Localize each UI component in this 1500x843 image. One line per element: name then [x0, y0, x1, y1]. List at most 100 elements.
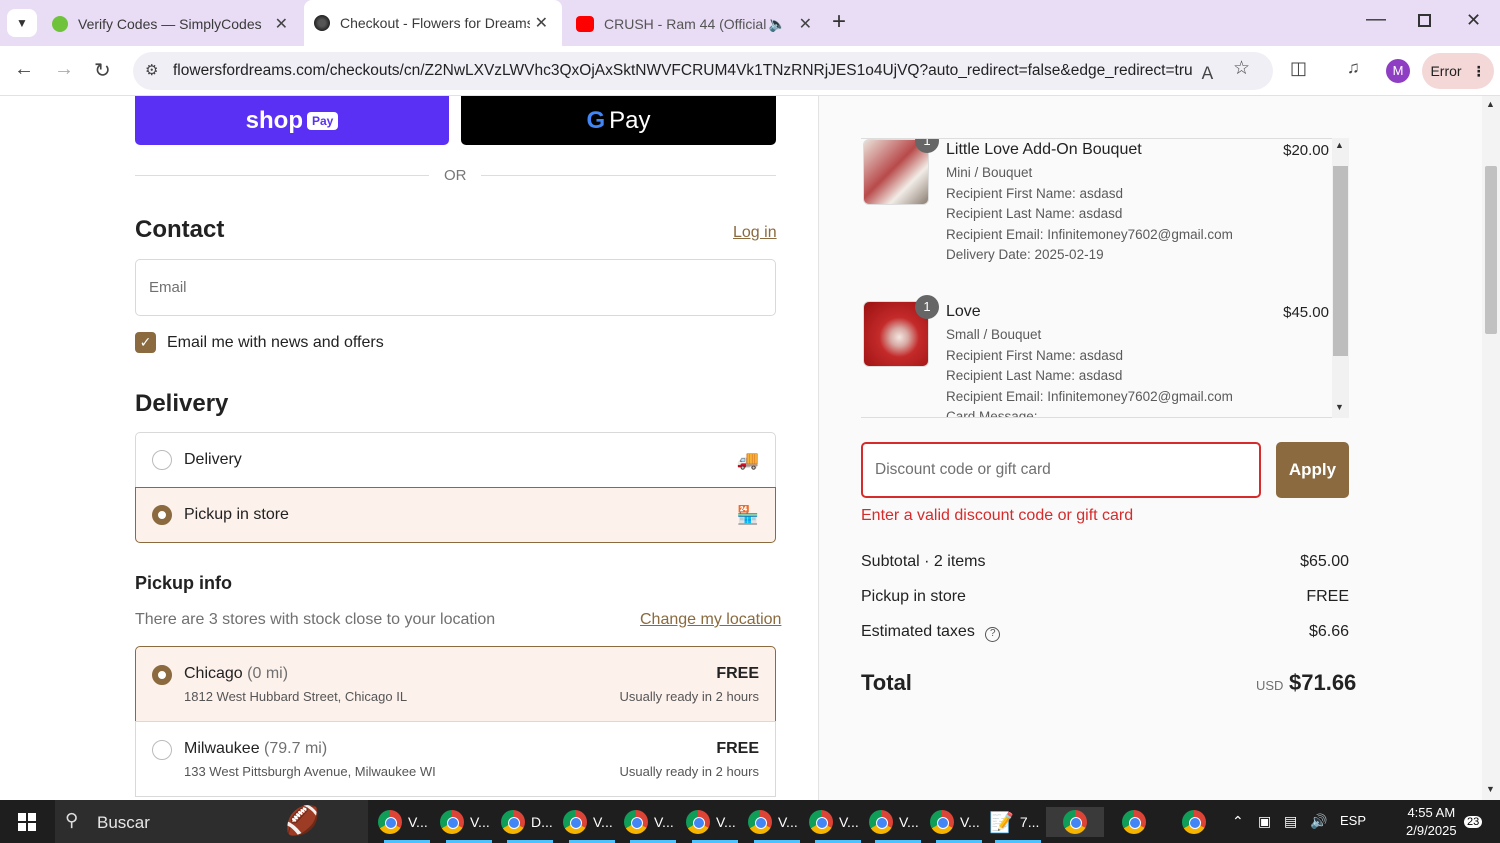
camera-icon[interactable]: ▣ [1258, 813, 1271, 830]
tab-search-chevron-icon[interactable]: ▼ [7, 9, 37, 37]
delivery-option-ship[interactable]: Delivery 🚚 [135, 432, 776, 488]
scrollbar-thumb[interactable] [1333, 166, 1348, 356]
google-g-icon: G [586, 106, 606, 134]
email-field[interactable]: Email [135, 259, 776, 316]
product-meta-line: Recipient First Name: asdasd [946, 185, 1124, 201]
forward-arrow-icon[interactable]: → [54, 58, 74, 81]
taskbar-chrome-app[interactable]: V... [748, 807, 806, 843]
taskbar-chrome-app[interactable]: V... [869, 807, 927, 843]
taskbar-chrome-app[interactable]: D... [501, 807, 559, 843]
back-arrow-icon[interactable]: ← [14, 58, 34, 81]
chrome-icon [563, 810, 587, 834]
tab-youtube[interactable]: CRUSH - Ram 44 (Official V 🔈 ✕ [576, 4, 826, 44]
network-icon[interactable]: ▤ [1284, 813, 1297, 830]
log-in-link[interactable]: Log in [733, 224, 777, 242]
reload-icon[interactable]: ↻ [94, 58, 111, 83]
page-content: shop Pay G Pay OR Contact Log in Email ✓ … [0, 96, 1500, 800]
scrollbar-thumb[interactable] [1485, 166, 1497, 334]
apply-discount-button[interactable]: Apply [1276, 442, 1349, 498]
chrome-icon [378, 810, 402, 834]
store-icon: 🏪 [736, 504, 759, 525]
profile-avatar[interactable]: M [1386, 59, 1410, 83]
store-distance: (0 mi) [247, 665, 289, 682]
store-option-chicago[interactable]: Chicago (0 mi) 1812 West Hubbard Street,… [135, 646, 776, 722]
extensions-icon[interactable]: ◫ [1290, 58, 1307, 79]
product-meta-line: Recipient Last Name: asdasd [946, 368, 1123, 383]
clock-time: 4:55 AM [1407, 805, 1456, 820]
taskbar-chrome-app[interactable]: V... [624, 807, 682, 843]
help-circle-icon[interactable]: ? [985, 627, 1001, 642]
tab-checkout[interactable]: Checkout - Flowers for Dreams ✕ [304, 0, 562, 46]
divider [481, 175, 776, 176]
taskbar-chrome-app[interactable] [1172, 807, 1216, 837]
store-ready-time: Usually ready in 2 hours [619, 764, 759, 779]
taskbar-chrome-app[interactable]: V... [930, 807, 988, 843]
taskbar-search-box[interactable]: ⚲ Buscar 🏈 [55, 800, 368, 843]
page-scrollbar[interactable]: ▲ ▼ [1482, 96, 1500, 800]
taskbar-chrome-app[interactable]: V... [686, 807, 744, 843]
speaker-icon[interactable]: 🔈 [769, 16, 786, 33]
media-control-icon[interactable]: ♫ [1347, 58, 1360, 78]
taskbar-chrome-app[interactable]: V... [378, 807, 436, 843]
store-price: FREE [716, 665, 759, 682]
items-scrollbar[interactable]: ▲ ▼ [1332, 138, 1349, 418]
close-tab-icon[interactable]: ✕ [799, 14, 812, 34]
google-pay-button[interactable]: G Pay [461, 96, 776, 145]
system-clock[interactable]: 4:55 AM 2/9/2025 [1406, 804, 1457, 840]
bookmark-star-icon[interactable]: ☆ [1233, 57, 1250, 80]
chevron-up-icon[interactable]: ⌃ [1232, 813, 1244, 830]
radio-button-selected[interactable] [152, 505, 172, 525]
error-button[interactable]: Error ⋮ [1422, 53, 1494, 89]
taskbar-chrome-active[interactable] [1046, 807, 1104, 837]
chrome-icon [1063, 810, 1087, 834]
scroll-down-arrow-icon[interactable]: ▼ [1335, 402, 1344, 412]
radio-button[interactable] [152, 450, 172, 470]
site-info-icon[interactable]: ⚙ [145, 61, 158, 79]
taskbar-chrome-app[interactable] [1112, 807, 1156, 837]
close-tab-icon[interactable]: ✕ [535, 13, 548, 33]
minimize-icon[interactable]: — [1366, 8, 1386, 31]
delivery-option-pickup[interactable]: Pickup in store 🏪 [135, 487, 776, 543]
chrome-icon [1182, 810, 1206, 834]
browser-tab-strip: ▼ Verify Codes — SimplyCodes ✕ Checkout … [0, 0, 1500, 46]
store-option-milwaukee[interactable]: Milwaukee (79.7 mi) 133 West Pittsburgh … [135, 721, 776, 797]
language-indicator[interactable]: ESP [1340, 813, 1366, 828]
scroll-up-arrow-icon[interactable]: ▲ [1335, 140, 1344, 150]
volume-icon[interactable]: 🔊 [1310, 813, 1327, 830]
taskbar-chrome-app[interactable]: V... [563, 807, 621, 843]
close-window-icon[interactable]: ✕ [1466, 10, 1481, 31]
radio-button-selected[interactable] [152, 665, 172, 685]
url-text[interactable]: flowersfordreams.com/checkouts/cn/Z2NwLX… [173, 62, 1193, 80]
newsletter-checkbox-row[interactable]: ✓ Email me with news and offers [135, 332, 384, 353]
taskbar-notepad-app[interactable]: 📝 7... [989, 807, 1047, 843]
chrome-icon [440, 810, 464, 834]
product-meta-line: Small / Bouquet [946, 327, 1042, 342]
cart-items-list[interactable]: 1 Little Love Add-On Bouquet $20.00 Mini… [861, 138, 1349, 418]
taskbar-app-label: V... [654, 814, 674, 830]
windows-taskbar: ⚲ Buscar 🏈 V... V... D... V... V... V...… [0, 800, 1500, 843]
taskbar-chrome-app[interactable]: V... [440, 807, 498, 843]
discount-code-field[interactable] [861, 442, 1261, 498]
discount-code-input[interactable] [875, 458, 1245, 482]
store-ready-time: Usually ready in 2 hours [619, 689, 759, 704]
new-tab-icon[interactable]: + [832, 8, 846, 36]
address-bar[interactable]: ⚙ flowersfordreams.com/checkouts/cn/Z2Nw… [133, 52, 1273, 90]
windows-start-icon[interactable] [18, 813, 36, 831]
shop-pay-button[interactable]: shop Pay [135, 96, 449, 145]
checkbox-checked-icon[interactable]: ✓ [135, 332, 156, 353]
total-currency: USD [1256, 678, 1284, 693]
notification-center-icon[interactable]: 23 [1456, 812, 1483, 832]
scroll-down-arrow-icon[interactable]: ▼ [1486, 784, 1495, 794]
delivery-option-label: Delivery [184, 451, 242, 468]
translate-icon[interactable]: Ａ [1199, 59, 1216, 84]
flower-icon [314, 15, 330, 31]
taskbar-app-label: V... [593, 814, 613, 830]
maximize-icon[interactable] [1418, 14, 1431, 27]
scroll-up-arrow-icon[interactable]: ▲ [1486, 99, 1495, 109]
email-placeholder: Email [149, 279, 187, 296]
close-tab-icon[interactable]: ✕ [275, 14, 288, 34]
taskbar-chrome-app[interactable]: V... [809, 807, 867, 843]
change-location-link[interactable]: Change my location [640, 611, 781, 629]
radio-button[interactable] [152, 740, 172, 760]
tab-verify-codes[interactable]: Verify Codes — SimplyCodes ✕ [52, 4, 302, 44]
